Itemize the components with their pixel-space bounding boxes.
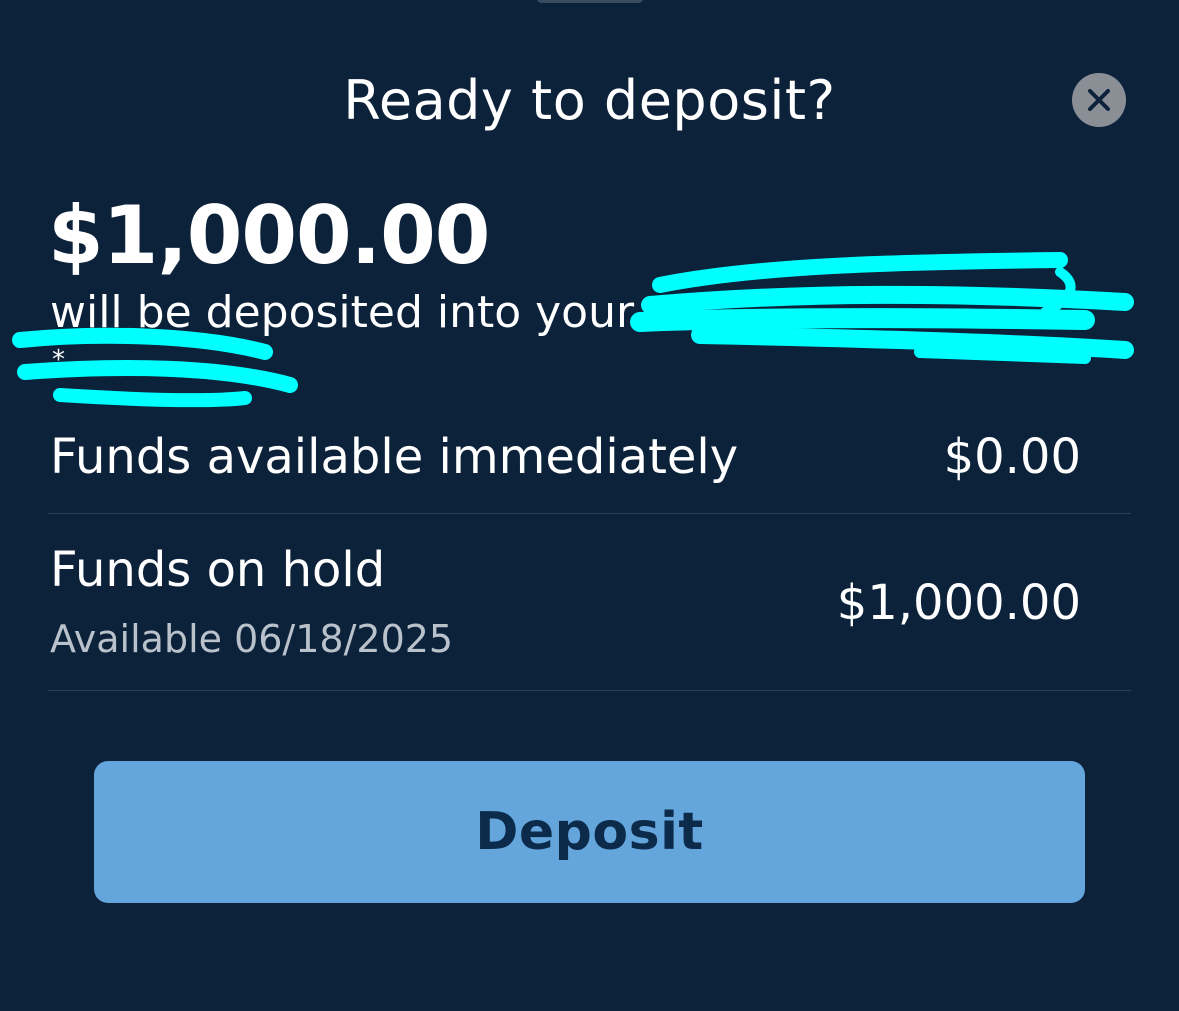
funds-on-hold-date: Available 06/18/2025: [50, 617, 454, 661]
funds-on-hold-value: $1,000.00: [836, 575, 1081, 631]
close-button[interactable]: [1072, 73, 1126, 127]
account-number-suffix: *: [52, 345, 65, 375]
funds-on-hold-row: Funds on hold Available 06/18/2025 $1,00…: [48, 533, 1131, 691]
funds-available-value: $0.00: [943, 429, 1081, 485]
deposit-button[interactable]: Deposit: [94, 761, 1085, 903]
close-icon: [1088, 89, 1110, 111]
deposit-confirmation-sheet: Ready to deposit? $1,000.00 will be depo…: [0, 0, 1179, 1011]
deposit-destination-text: will be deposited into your: [50, 287, 635, 338]
deposit-amount: $1,000.00: [48, 189, 490, 282]
sheet-grabber[interactable]: [537, 0, 643, 3]
funds-on-hold-label: Funds on hold: [50, 542, 386, 598]
funds-available-label: Funds available immediately: [50, 429, 739, 485]
sheet-title: Ready to deposit?: [343, 69, 836, 132]
funds-available-row: Funds available immediately $0.00: [48, 420, 1131, 514]
